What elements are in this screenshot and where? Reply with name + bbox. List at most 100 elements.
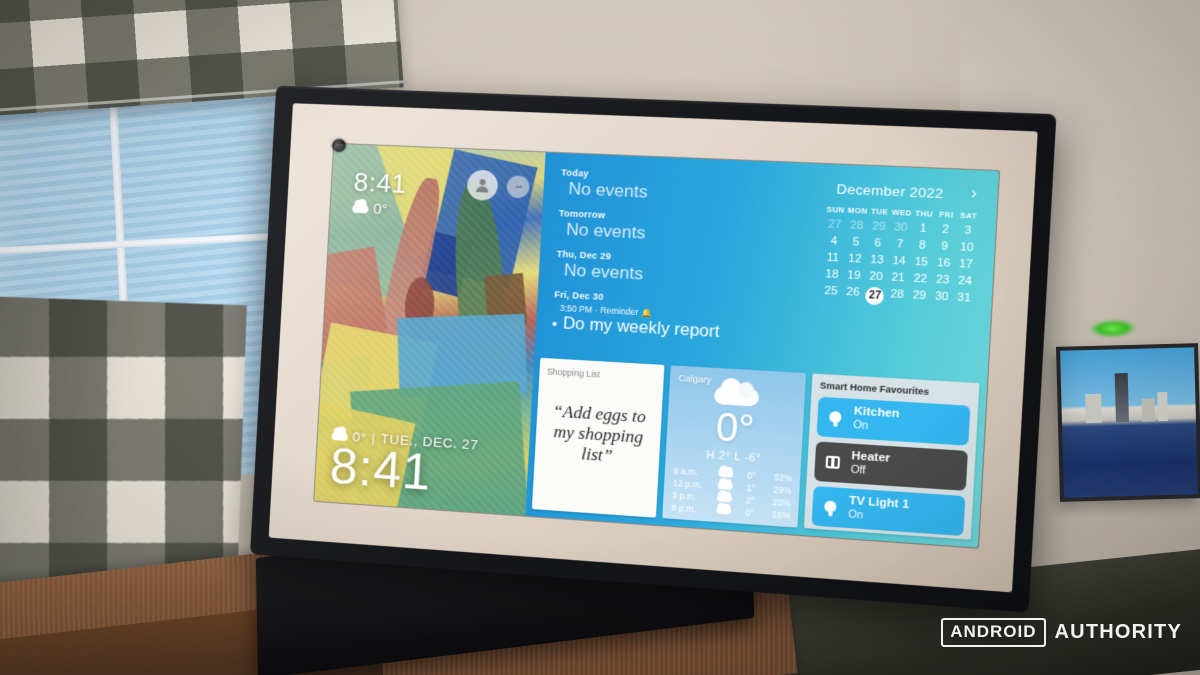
cityscape-image — [1060, 347, 1198, 498]
weather-hour-precip: 15% — [771, 509, 791, 521]
calendar-weekday: MON — [847, 205, 868, 216]
calendar-day[interactable]: 22 — [909, 272, 932, 286]
cloud-icon — [709, 505, 738, 517]
widget-row-top: Today No events Tomorrow No events Thu, Dec … — [541, 159, 991, 377]
device-screen: 8:41 0° ••• 0° | TUE., DEC. 27 8:41 Toda… — [314, 143, 1000, 548]
calendar-grid: SUN MON TUE WED THU FRI SAT 27 28 29 30 1 2 3 4 5 6 7 8 9 10… — [819, 205, 980, 311]
calendar-day[interactable]: 23 — [931, 273, 954, 287]
calendar-day[interactable]: 4 — [823, 235, 846, 248]
calendar-day[interactable]: 29 — [867, 220, 890, 234]
calendar-day[interactable]: 29 — [908, 289, 931, 308]
calendar-day[interactable]: 7 — [889, 238, 912, 252]
calendar-day-today[interactable]: 27 — [863, 286, 886, 306]
calendar-day[interactable]: 5 — [844, 236, 867, 250]
top-icon-group: ••• — [466, 169, 531, 202]
status-time: 8:41 — [353, 166, 408, 199]
weather-current-temp: 0° — [714, 405, 756, 452]
calendar-weekday: SAT — [960, 210, 978, 221]
weather-high-low: H 2° L -6° — [705, 448, 762, 465]
calendar-day[interactable]: 30 — [930, 290, 953, 309]
status-clock: 8:41 0° — [352, 167, 407, 219]
smart-home-device-card[interactable]: Kitchen On — [817, 396, 971, 446]
agenda-list: Today No events Tomorrow No events Thu, Dec … — [555, 167, 807, 292]
calendar-day[interactable]: 10 — [955, 241, 978, 255]
agenda-item[interactable]: Today No events — [560, 167, 807, 210]
calendar-day[interactable]: 31 — [952, 291, 975, 310]
calendar-day[interactable]: 27 — [823, 218, 846, 231]
calendar-day[interactable]: 17 — [954, 258, 977, 272]
weather-hourly-list: 9 a.m. 0° 52% 12 p.m. 1° 29% 3 p.m. 2° 20% 6 p.m.… — [671, 465, 792, 520]
smart-home-widget[interactable]: Smart Home Favourites Kitchen On Heater Off… — [804, 373, 980, 540]
weather-hour: 9 a.m. — [673, 465, 699, 478]
avatar-icon[interactable] — [466, 169, 499, 202]
calendar-day[interactable]: 13 — [866, 253, 889, 267]
agenda-reminder[interactable]: Fri, Dec 30 3:50 PM · Reminder 🔔 Do my w… — [552, 289, 800, 346]
calendar-day[interactable]: 21 — [887, 271, 910, 285]
smart-display-device: 8:41 0° ••• 0° | TUE., DEC. 27 8:41 Toda… — [250, 85, 1057, 613]
widget-row-bottom: Shopping List “Add eggs to my shopping l… — [532, 357, 980, 540]
calendar-day[interactable]: 30 — [890, 221, 913, 235]
calendar-title: December 2022 — [836, 180, 944, 201]
calendar-day[interactable]: 9 — [933, 240, 956, 254]
cloud-icon — [714, 386, 760, 407]
watermark-badge: ANDROID — [941, 618, 1046, 647]
calendar-day[interactable]: 15 — [910, 255, 933, 269]
calendar-widget[interactable]: December 2022 › SUN MON TUE WED THU FRI SAT 27 2… — [809, 170, 991, 377]
calendar-day[interactable]: 12 — [844, 252, 867, 266]
calendar-day[interactable]: 6 — [867, 237, 890, 251]
calendar-day[interactable]: 14 — [888, 254, 911, 268]
weather-hour-precip: 20% — [772, 496, 792, 509]
calendar-day[interactable]: 3 — [956, 224, 979, 238]
bulb-icon — [826, 411, 845, 424]
shopping-list-widget[interactable]: Shopping List “Add eggs to my shopping l… — [532, 357, 665, 518]
calendar-header: December 2022 › — [825, 179, 981, 204]
chevron-right-icon[interactable]: › — [970, 185, 977, 204]
cloud-icon — [352, 203, 369, 214]
calendar-day[interactable]: 2 — [934, 223, 957, 237]
calendar-day[interactable]: 1 — [912, 222, 935, 236]
status-temperature: 0° — [372, 200, 389, 219]
photo-scene: 8:41 0° ••• 0° | TUE., DEC. 27 8:41 Toda… — [0, 0, 1200, 675]
agenda-item[interactable]: Thu, Dec 29 No events — [555, 249, 802, 293]
weather-widget[interactable]: Calgary 0° H 2° L -6° 9 a.m. 0° 52% 12 p.m.… — [662, 365, 807, 528]
agenda-item[interactable]: Tomorrow No events — [557, 208, 804, 251]
calendar-day[interactable]: 18 — [821, 268, 844, 282]
calendar-day[interactable]: 20 — [865, 270, 888, 284]
cloud-icon — [331, 430, 348, 441]
calendar-weekday: THU — [914, 208, 934, 219]
weather-hour: 12 p.m. — [672, 477, 703, 490]
weather-hour-temp: 2° — [745, 494, 755, 506]
calendar-day[interactable]: 11 — [822, 251, 845, 265]
smart-home-device-list: KitchenOnHeaterOffTV Light 1OnTV Light 2 — [809, 396, 971, 540]
calendar-day[interactable]: 26 — [841, 286, 864, 305]
calendar-weekday: SUN — [826, 204, 845, 215]
status-weather: 0° — [352, 200, 405, 219]
calendar-weekday: FRI — [938, 209, 954, 220]
calendar-day[interactable]: 24 — [954, 274, 977, 288]
smart-home-device-card[interactable]: TV Light 1 On — [812, 485, 966, 536]
weather-hour-temp: 0° — [746, 470, 757, 482]
wallpaper-panel[interactable]: 8:41 0° ••• 0° | TUE., DEC. 27 8:41 — [314, 143, 546, 516]
bullet-icon — [552, 321, 557, 326]
weather-hour-temp: 1° — [746, 482, 756, 494]
weather-hour-precip: 29% — [772, 484, 792, 496]
calendar-day[interactable]: 8 — [911, 239, 934, 253]
smart-home-title: Smart Home Favourites — [819, 379, 930, 397]
calendar-day[interactable]: 19 — [843, 269, 866, 283]
smart-home-device-card[interactable]: Heater Off — [814, 441, 968, 491]
device-bezel-outer: 8:41 0° ••• 0° | TUE., DEC. 27 8:41 Toda… — [250, 85, 1057, 613]
agenda-widget[interactable]: Today No events Tomorrow No events Thu, Dec … — [541, 159, 812, 367]
calendar-day[interactable]: 25 — [819, 284, 842, 303]
smart-home-device-state: On — [852, 419, 869, 433]
calendar-day[interactable]: 28 — [845, 219, 868, 232]
settings-icon[interactable]: ••• — [506, 175, 531, 199]
watermark-text: AUTHORITY — [1054, 621, 1182, 643]
weather-hour: 6 p.m. — [671, 502, 697, 515]
bell-icon: 🔔 — [641, 307, 653, 318]
calendar-day[interactable]: 16 — [932, 257, 955, 271]
smart-home-device-state: Off — [850, 463, 866, 478]
window-mullion-horizontal — [0, 232, 289, 255]
framed-photo — [1055, 343, 1200, 502]
calendar-day[interactable]: 28 — [886, 288, 909, 307]
clock-overlay-separator: | — [371, 429, 377, 446]
